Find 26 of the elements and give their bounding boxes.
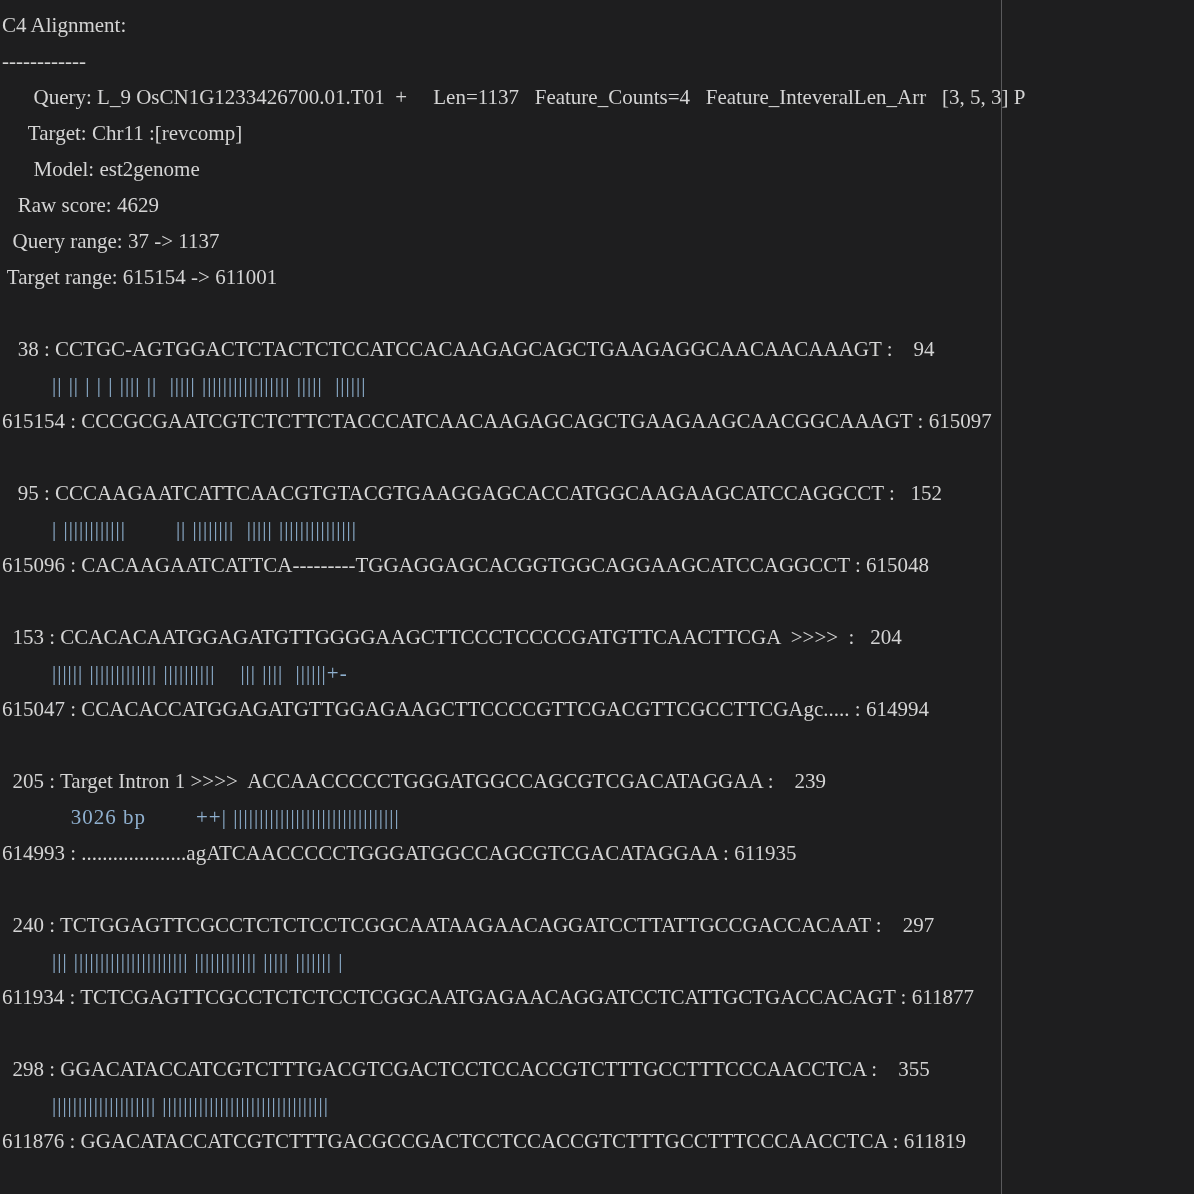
code-line: C4 Alignment:	[1, 12, 127, 39]
code-line: 615096 : CACAAGAATCATTCA---------TGGAGGAGCACGGTGGCAGGAAGCATCCAGGCCT : 615048	[1, 552, 930, 579]
code-line: Query: L_9 OsCN1G1233426700.01.T01 + Len=1137 Feature_Counts=4 Feature_InteveralLen_Arr [3, 5, 3] P	[32, 84, 1026, 111]
match-line: 3026 bp ++| ||||||||||||||||||||||||||||||||	[69, 804, 400, 831]
code-line: Target: Chr11 :[revcomp]	[26, 120, 243, 147]
code-line: ------------	[1, 48, 86, 75]
code-line: 615047 : CCACACCATGGAGATGTTGGAGAAGCTTCCCCGTTCGACGTTCGCCTTCGAgc..... : 614994	[1, 696, 929, 723]
code-line: 153 : CCACACAATGGAGATGTTGGGGAAGCTTCCCTCCCCGATGTTCAACTTCGA >>>> : 204	[11, 624, 902, 651]
code-line: 95 : CCCAAGAATCATTCAACGTGTACGTGAAGGAGCACCATGGCAAGAAGCATCCAGGCCT : 152	[16, 480, 943, 507]
code-line: Raw score: 4629	[16, 192, 159, 219]
code-line: 240 : TCTGGAGTTCGCCTCTCTCCTCGGCAATAAGAACAGGATCCTTATTGCCGACCACAAT : 297	[11, 912, 935, 939]
code-line: 298 : GGACATACCATCGTCTTTGACGTCGACTCCTCCACCGTCTTTGCCTTTCCCAACCTCA : 355	[11, 1056, 930, 1083]
code-line: 38 : CCTGC-AGTGGACTCTACTCTCCATCCACAAGAGCAGCTGAAGAGGCAACAACAAAGT : 94	[16, 336, 935, 363]
code-line: 611934 : TCTCGAGTTCGCCTCTCTCCTCGGCAATGAGAACAGGATCCTCATTGCTGACCACAGT : 611877	[1, 984, 974, 1011]
code-line: 614993 : ....................agATCAACCCCCTGGGATGGCCAGCGTCGACATAGGAA : 611935	[1, 840, 797, 867]
code-line: 205 : Target Intron 1 >>>> ACCAACCCCCTGGGATGGCCAGCGTCGACATAGGAA : 239	[11, 768, 826, 795]
code-line: Model: est2genome	[32, 156, 200, 183]
code-line: 615154 : CCCGCGAATCGTCTCTTCTACCCATCAACAAGAGCAGCTGAAGAAGCAACGGCAAAGT : 615097	[1, 408, 992, 435]
match-line: |||||||||||||||||||| ||||||||||||||||||||||||||||||||	[51, 1092, 329, 1119]
code-line: Target range: 615154 -> 611001	[5, 264, 278, 291]
match-line: || || | | | |||| || ||||| ||||||||||||||||| ||||| ||||||	[51, 372, 367, 399]
match-line: ||| |||||||||||||||||||||| |||||||||||| ||||| ||||||| |	[51, 948, 344, 975]
match-line: |||||| ||||||||||||| |||||||||| ||| |||| ||||||+-	[51, 660, 348, 687]
code-line: 611876 : GGACATACCATCGTCTTTGACGCCGACTCCTCCACCGTCTTTGCCTTTCCCAACCTCA : 611819	[1, 1128, 966, 1155]
code-line: Query range: 37 -> 1137	[11, 228, 220, 255]
match-line: | |||||||||||| || |||||||| ||||| |||||||||||||||	[51, 516, 358, 543]
